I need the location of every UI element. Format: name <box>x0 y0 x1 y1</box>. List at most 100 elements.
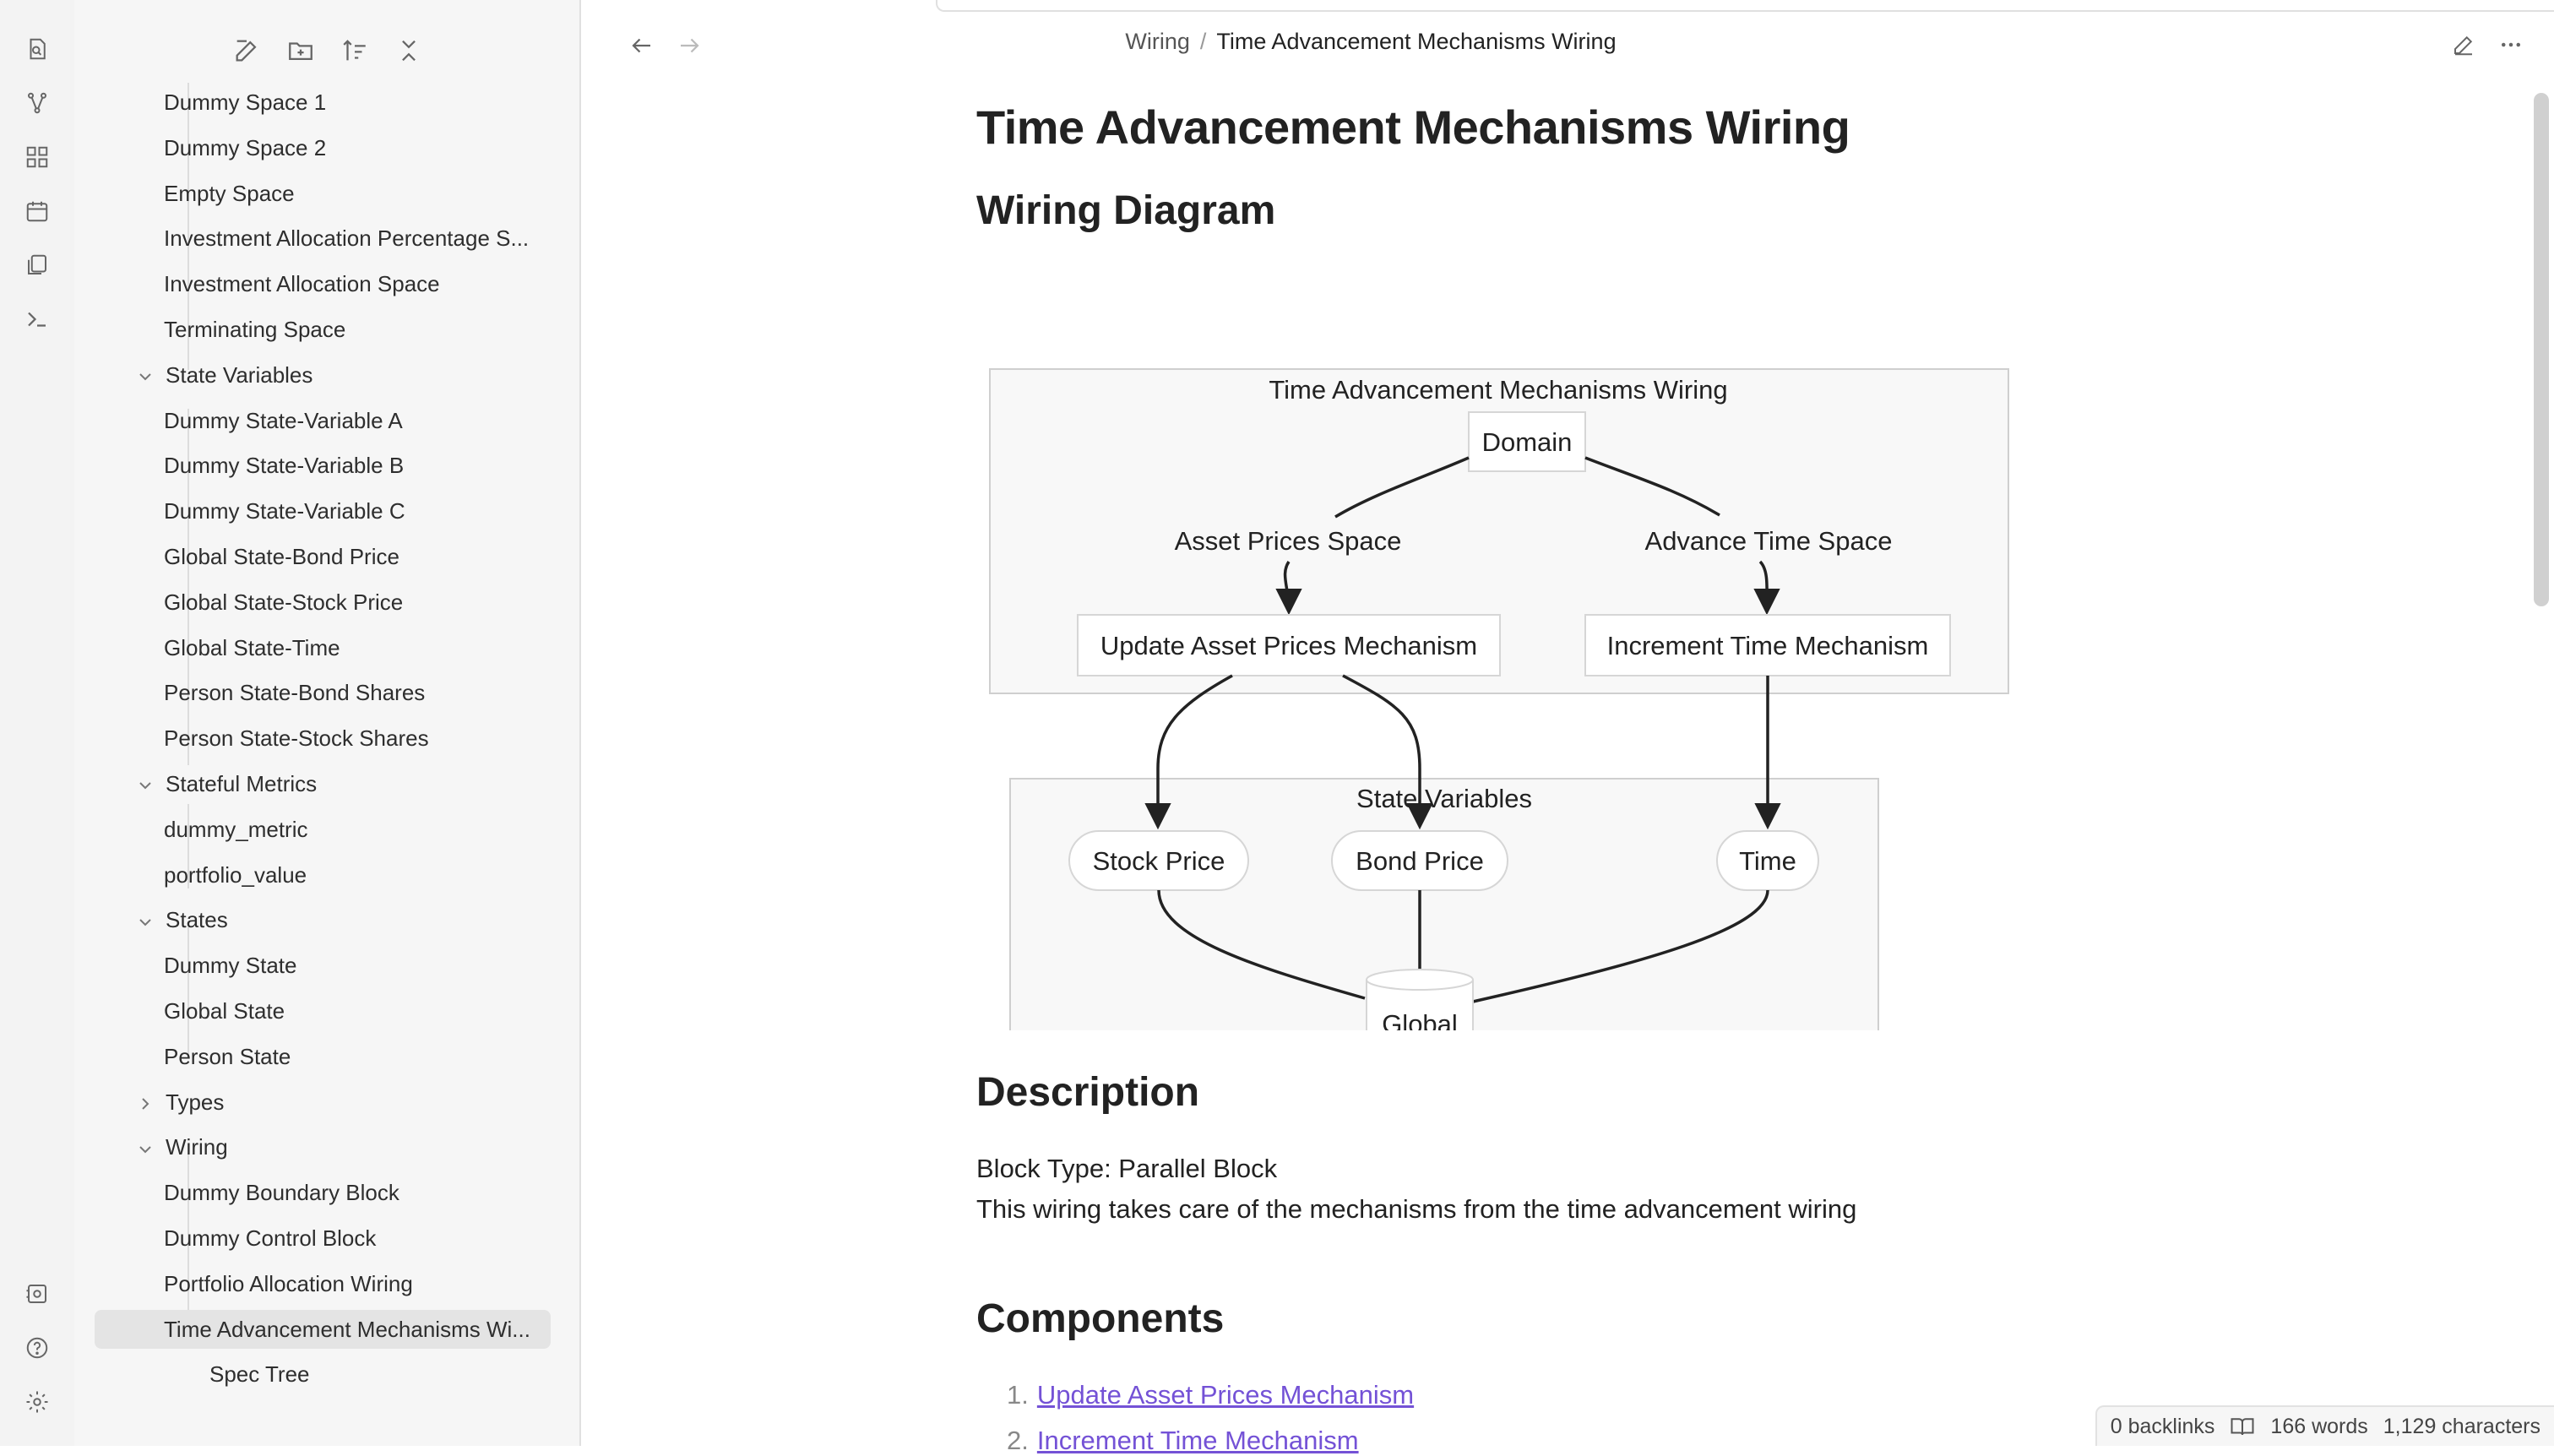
tree-item[interactable]: Investment Allocation Percentage S... <box>164 219 569 258</box>
tree-item[interactable]: Global State <box>164 991 569 1030</box>
sort-order-icon[interactable] <box>333 29 377 73</box>
list-number: 2. <box>1007 1426 1029 1455</box>
quick-switcher-icon[interactable] <box>19 30 56 68</box>
chevron-down-icon[interactable] <box>135 367 155 387</box>
tree-item-label: Dummy Control Block <box>164 1225 377 1251</box>
mechanism-label-increment: Increment Time Mechanism <box>1607 631 1929 660</box>
tree-item[interactable]: Dummy State-Variable C <box>164 492 569 530</box>
scrollbar-thumb[interactable] <box>2534 93 2549 606</box>
tree-item[interactable]: Person State-Stock Shares <box>164 719 569 758</box>
outer-block-title: Time Advancement Mechanisms Wiring <box>1269 375 1727 405</box>
tree-item[interactable]: Portfolio Allocation Wiring <box>164 1264 569 1303</box>
character-count: 1,129 characters <box>2383 1414 2540 1438</box>
breadcrumb-parent[interactable]: Wiring <box>1125 29 1190 54</box>
help-icon[interactable] <box>19 1329 56 1366</box>
state-variables-title: State Variables <box>1356 784 1532 813</box>
tree-item[interactable]: Dummy Control Block <box>164 1219 569 1258</box>
tree-item-label: Portfolio Allocation Wiring <box>164 1270 413 1296</box>
terminal-icon[interactable] <box>19 301 56 338</box>
tree-item-label: Stateful Metrics <box>166 771 318 796</box>
edit-pencil-icon[interactable] <box>2444 25 2483 64</box>
tree-item-label: Dummy State-Variable B <box>164 453 405 479</box>
tree-item-label: State Variables <box>166 361 313 388</box>
tree-item[interactable]: Dummy State-Variable B <box>164 446 569 485</box>
tree-item-label: Dummy State-Variable C <box>164 498 405 524</box>
tree-item[interactable]: Dummy Space 1 <box>164 83 569 122</box>
view-header: Wiring / Time Advancement Mechanisms Wirin… <box>581 0 2554 88</box>
tree-item[interactable]: Global State-Stock Price <box>164 583 569 622</box>
component-link[interactable]: Increment Time Mechanism <box>1037 1426 1359 1455</box>
templates-icon[interactable] <box>19 247 56 284</box>
heading-wiring-diagram: Wiring Diagram <box>976 188 1276 233</box>
component-link[interactable]: Update Asset Prices Mechanism <box>1037 1380 1414 1410</box>
tree-item[interactable]: Investment Allocation Space <box>164 264 569 303</box>
breadcrumb: Wiring / Time Advancement Mechanisms Wirin… <box>581 29 2160 55</box>
heading-components: Components <box>976 1296 1225 1341</box>
tree-folder[interactable]: Wiring <box>135 1127 557 1166</box>
tree-item-label: Types <box>166 1089 225 1115</box>
tree-item[interactable]: dummy_metric <box>164 810 569 849</box>
tree-item-label: Time Advancement Mechanisms Wi... <box>164 1316 530 1342</box>
backlinks-count[interactable]: 0 backlinks <box>2111 1415 2215 1439</box>
tree-item[interactable]: Empty Space <box>164 174 569 213</box>
breadcrumb-current[interactable]: Time Advancement Mechanisms Wiring <box>1216 29 1616 54</box>
tree-item[interactable]: Dummy Boundary Block <box>164 1173 569 1212</box>
tree-item-label: Investment Allocation Percentage S... <box>164 225 530 252</box>
tree-item-label: Dummy State <box>164 953 297 979</box>
tree-item-label: Dummy Space 1 <box>164 90 327 115</box>
tree-item[interactable]: Dummy State-Variable A <box>164 401 569 440</box>
tree-item-label: Global State-Bond Price <box>164 544 399 569</box>
block-type-text: Block Type: Parallel Block <box>976 1154 1278 1183</box>
chevron-down-icon[interactable] <box>135 775 155 796</box>
new-folder-icon[interactable] <box>279 29 323 73</box>
tab-strip-edge <box>936 0 2554 12</box>
tree-item-label: States <box>166 907 228 933</box>
tree-item-label: Person State-Bond Shares <box>164 680 426 706</box>
tree-item[interactable]: Global State-Bond Price <box>164 537 569 576</box>
settings-gear-icon[interactable] <box>19 1383 56 1421</box>
tree-folder[interactable]: Stateful Metrics <box>135 764 557 803</box>
heading-description: Description <box>976 1070 1200 1115</box>
tree-folder[interactable]: Types <box>135 1083 557 1122</box>
wiring-diagram: Time Advancement Mechanisms Wiring Domai… <box>989 368 2009 1030</box>
graph-view-icon[interactable] <box>19 84 56 122</box>
tree-item-label: Global State <box>164 998 285 1024</box>
new-note-icon[interactable] <box>225 29 269 73</box>
tree-item-selected[interactable]: Time Advancement Mechanisms Wi... <box>95 1309 551 1349</box>
tree-item[interactable]: Dummy Space 2 <box>164 128 569 167</box>
tree-item-label: Terminating Space <box>164 317 346 342</box>
tree-folder[interactable]: State Variables <box>135 356 557 394</box>
editor-pane: Wiring / Time Advancement Mechanisms Wirin… <box>581 0 2554 1455</box>
tree-item[interactable]: portfolio_value <box>164 856 569 894</box>
tree-folder[interactable]: States <box>135 900 557 939</box>
list-item: 1. Update Asset Prices Mechanism <box>1007 1380 1414 1410</box>
tree-item-label: dummy_metric <box>164 816 308 842</box>
collapse-all-icon[interactable] <box>387 29 431 73</box>
tree-item-label: Dummy Boundary Block <box>164 1180 399 1206</box>
tree-item-label: Empty Space <box>164 180 295 206</box>
chevron-right-icon[interactable] <box>135 1094 155 1114</box>
state-label-bond-price: Bond Price <box>1356 846 1484 876</box>
canvas-icon[interactable] <box>19 139 56 176</box>
note-title: Time Advancement Mechanisms Wiring <box>976 101 1850 154</box>
tree-item[interactable]: Global State-Time <box>164 628 569 667</box>
calendar-icon[interactable] <box>19 193 56 230</box>
more-options-icon[interactable] <box>2492 25 2530 64</box>
status-bar: 0 backlinks 166 words 1,129 characters <box>2095 1405 2554 1446</box>
space-label-asset-prices: Asset Prices Space <box>1175 526 1402 556</box>
domain-label: Domain <box>1482 427 1573 457</box>
chevron-down-icon[interactable] <box>135 912 155 932</box>
global-label: Global <box>1382 1009 1458 1030</box>
tree-item[interactable]: Spec Tree <box>209 1355 632 1394</box>
tree-item[interactable]: Terminating Space <box>164 310 569 349</box>
tree-item[interactable]: Person State <box>164 1037 569 1076</box>
vault-switcher-icon[interactable] <box>19 1275 56 1312</box>
reading-book-icon[interactable] <box>2230 1415 2255 1437</box>
tree-item[interactable]: Person State-Bond Shares <box>164 673 569 712</box>
tree-item-label: Investment Allocation Space <box>164 271 440 297</box>
tree-item-label: Global State-Time <box>164 634 340 660</box>
tree-item[interactable]: Dummy State <box>164 946 569 985</box>
chevron-down-icon[interactable] <box>135 1139 155 1160</box>
list-number: 1. <box>1007 1380 1029 1410</box>
file-explorer: Dummy Space 1 Dummy Space 2 Empty Space Inv… <box>74 0 581 1446</box>
